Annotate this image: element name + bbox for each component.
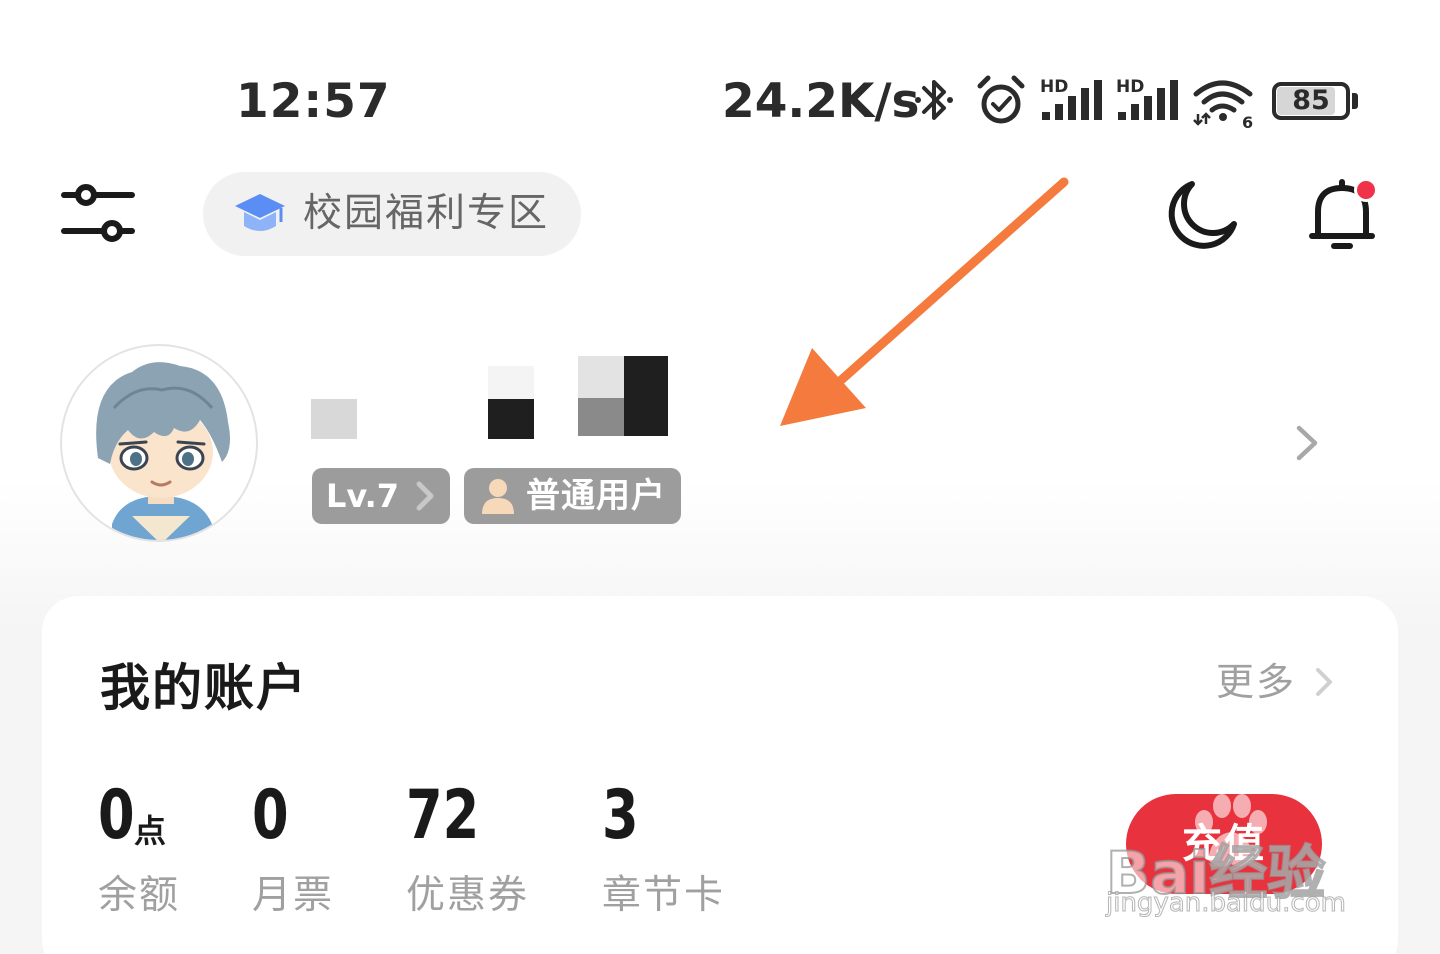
stat-value: 3 <box>602 776 639 855</box>
avatar-anime-boy-icon <box>96 362 230 540</box>
username-obscured[interactable] <box>308 352 678 442</box>
person-icon <box>482 479 514 514</box>
user-type-label: 普通用户 <box>526 476 666 516</box>
stat-chapter-cards[interactable]: 3 章节卡 <box>602 776 725 920</box>
wifi-icon: 6 <box>1193 80 1253 130</box>
stat-unit: 点 <box>134 812 167 850</box>
chevron-right-icon <box>1316 668 1332 696</box>
recharge-label: 充值 <box>1182 821 1266 867</box>
username-mosaic <box>624 356 668 436</box>
profile-chevron-right-icon[interactable] <box>1290 422 1324 464</box>
annotation-arrow <box>780 177 1069 426</box>
more-label: 更多 <box>1216 660 1297 704</box>
stat-label: 章节卡 <box>602 873 726 918</box>
battery-cap <box>1352 93 1358 109</box>
status-time: 12:57 <box>236 74 391 129</box>
sliders-icon <box>61 184 135 242</box>
graduation-cap-icon <box>235 194 285 231</box>
recharge-button[interactable]: 充值 <box>1126 794 1322 894</box>
signal-hd-label: HD <box>1040 77 1068 97</box>
campus-welfare-button[interactable]: 校园福利专区 <box>203 172 581 256</box>
battery-indicator: 85 <box>1272 82 1360 120</box>
more-link[interactable]: 更多 <box>1216 654 1346 710</box>
stat-value: 0 <box>98 776 135 855</box>
signal-hd-label: HD <box>1116 77 1144 97</box>
status-bar: 12:57 24.2K/s HD HD 6 85 <box>0 60 1440 140</box>
stat-coupons[interactable]: 72 优惠券 <box>406 776 529 920</box>
signal-hd-icon: HD <box>1040 77 1102 120</box>
user-type-badge[interactable]: 普通用户 <box>464 468 681 524</box>
stat-value: 0 <box>252 776 289 855</box>
account-card: 我的账户 更多 0 点 余额 0 月票 72 优惠券 3 章节卡 充值 <box>42 596 1398 954</box>
chevron-right-icon <box>416 481 434 511</box>
account-title: 我的账户 <box>100 659 308 717</box>
network-speed: 24.2K/s <box>722 74 920 129</box>
night-mode-button[interactable] <box>1162 176 1242 252</box>
username-mosaic <box>488 366 534 399</box>
username-mosaic <box>488 399 534 439</box>
settings-button[interactable] <box>60 183 136 245</box>
stat-monthly-ticket[interactable]: 0 月票 <box>252 776 334 920</box>
signal-hd-icon: HD <box>1116 77 1178 120</box>
avatar[interactable] <box>60 344 258 542</box>
username-mosaic <box>311 399 357 439</box>
stat-label: 优惠券 <box>406 873 530 918</box>
stat-balance[interactable]: 0 点 余额 <box>98 776 180 920</box>
moon-icon <box>1168 181 1237 249</box>
bluetooth-icon <box>915 80 953 120</box>
wifi-sub-label: 6 <box>1242 113 1253 130</box>
level-badge[interactable]: Lv.7 <box>312 468 450 524</box>
username-mosaic <box>578 398 624 436</box>
battery-level: 85 <box>1292 85 1330 116</box>
campus-welfare-label: 校园福利专区 <box>303 191 550 236</box>
alarm-icon <box>977 75 1025 124</box>
stat-label: 月票 <box>252 873 335 918</box>
username-mosaic <box>578 356 624 398</box>
stat-value: 72 <box>406 776 480 855</box>
notification-dot <box>1354 178 1378 202</box>
level-label: Lv.7 <box>326 477 400 515</box>
notification-button[interactable] <box>1302 174 1386 254</box>
stat-label: 余额 <box>98 873 181 918</box>
